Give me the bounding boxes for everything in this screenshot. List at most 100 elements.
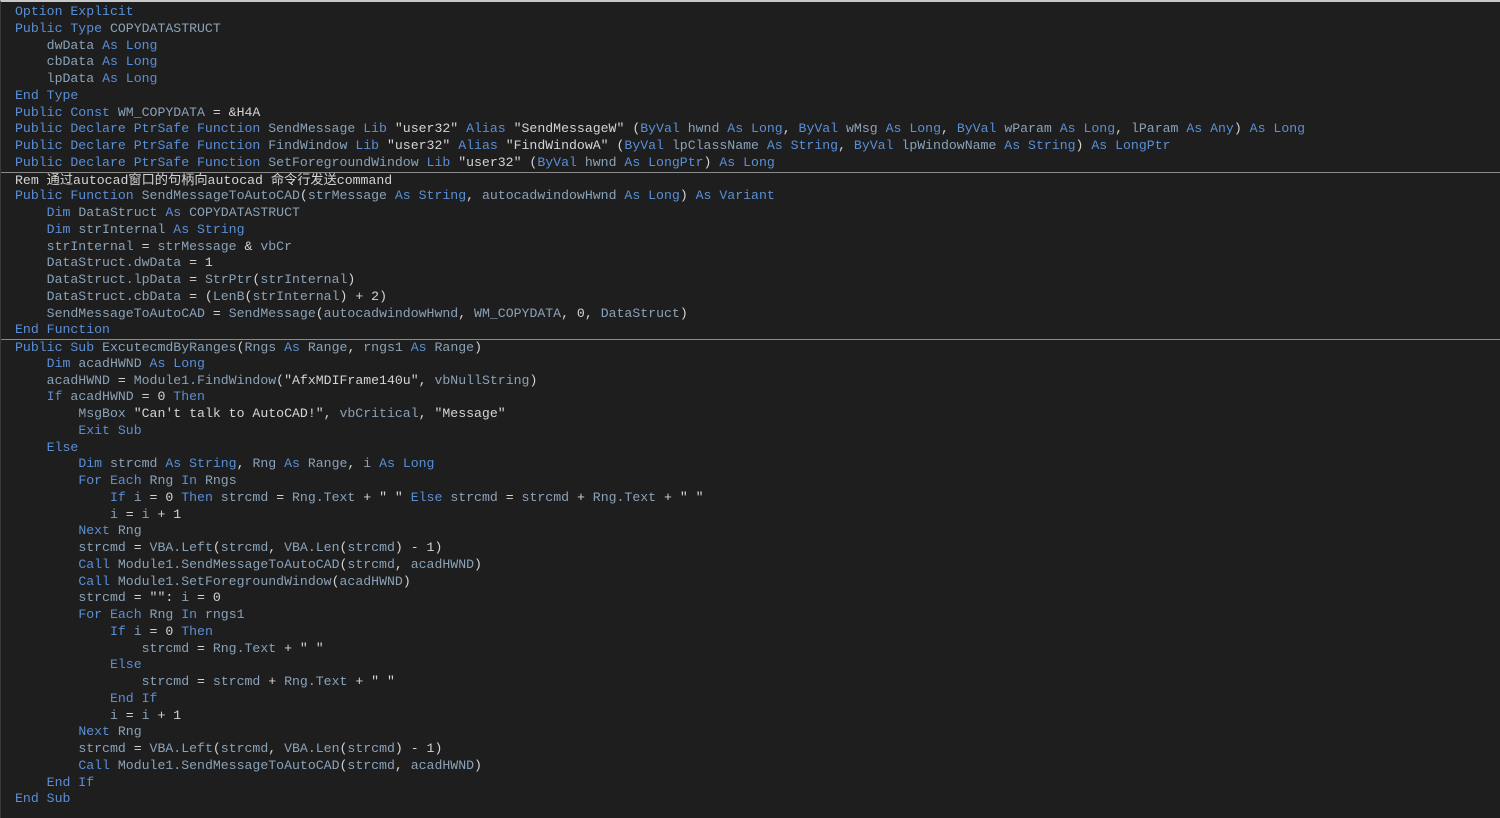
code-line[interactable]: strcmd = strcmd + Rng.Text + " ": [1, 674, 1500, 691]
code-token: DataStruct.lpData: [46, 272, 190, 287]
code-token: ByVal: [956, 121, 1005, 137]
code-token: Dim: [46, 355, 79, 371]
code-token: strMessage: [157, 238, 245, 254]
code-token: As String: [766, 138, 839, 153]
code-line[interactable]: Next Rng: [1, 724, 1500, 741]
code-line[interactable]: cbData As Long: [1, 54, 1500, 71]
code-line[interactable]: acadHWND = Module1.FindWindow("AfxMDIFra…: [1, 373, 1500, 390]
code-token: i: [181, 590, 198, 606]
code-line[interactable]: Dim acadHWND As Long: [1, 356, 1500, 373]
code-token: Rng: [117, 523, 142, 539]
code-token: =: [189, 272, 205, 287]
code-token: strInternal: [252, 288, 340, 304]
code-token: ,: [268, 741, 285, 756]
code-line[interactable]: strcmd = "": i = 0: [1, 590, 1500, 607]
code-line[interactable]: End Function: [1, 322, 1500, 339]
code-line[interactable]: MsgBox "Can't talk to AutoCAD!", vbCriti…: [1, 406, 1500, 423]
code-line[interactable]: If i = 0 Then strcmd = Rng.Text + " " El…: [1, 490, 1500, 507]
code-line[interactable]: Exit Sub: [1, 423, 1500, 440]
code-line[interactable]: Call Module1.SendMessageToAutoCAD(strcmd…: [1, 758, 1500, 775]
code-line[interactable]: SendMessageToAutoCAD = SendMessage(autoc…: [1, 306, 1500, 323]
code-editor[interactable]: Option Explicit Public Type COPYDATASTRUC…: [0, 0, 1500, 818]
code-line[interactable]: DataStruct.lpData = StrPtr(strInternal): [1, 272, 1500, 289]
code-token: =: [133, 741, 150, 756]
code-line[interactable]: Public Declare PtrSafe Function SetForeg…: [1, 155, 1500, 172]
code-token: strMessage: [307, 188, 395, 204]
code-token: In: [181, 607, 205, 622]
code-token: ): [679, 305, 688, 321]
code-line[interactable]: Public Const WM_COPYDATA = &H4A: [1, 105, 1500, 122]
code-line[interactable]: Next Rng: [1, 523, 1500, 540]
code-token: DataStruct.cbData: [46, 288, 190, 304]
code-line[interactable]: DataStruct.dwData = 1: [1, 255, 1500, 272]
code-line[interactable]: Else: [1, 657, 1500, 674]
code-line[interactable]: i = i + 1: [1, 708, 1500, 725]
code-line[interactable]: Dim strInternal As String: [1, 222, 1500, 239]
code-line[interactable]: Rem 通过autocad窗口的句柄向autocad 命令行发送command: [1, 171, 1500, 189]
code-line[interactable]: dwData As Long: [1, 38, 1500, 55]
code-line[interactable]: End Type: [1, 88, 1500, 105]
code-token: ): [474, 340, 482, 355]
code-token: In: [181, 473, 205, 488]
code-token: :: [165, 590, 182, 606]
code-line[interactable]: strcmd = Rng.Text + " ": [1, 641, 1500, 658]
code-area[interactable]: Option Explicit Public Type COPYDATASTRUC…: [1, 4, 1500, 808]
code-token: SetForegroundWindow: [268, 154, 427, 170]
code-line[interactable]: Dim strcmd As String, Rng As Range, i As…: [1, 456, 1500, 473]
code-token: Rng: [117, 724, 142, 740]
code-line[interactable]: End Sub: [1, 791, 1500, 808]
code-line[interactable]: End If: [1, 775, 1500, 792]
code-line[interactable]: End If: [1, 691, 1500, 708]
code-token: Next: [78, 523, 118, 539]
code-line[interactable]: Public Sub ExcutecmdByRanges(Rngs As Ran…: [1, 339, 1500, 356]
code-line[interactable]: Call Module1.SendMessageToAutoCAD(strcmd…: [1, 557, 1500, 574]
code-line[interactable]: Public Function SendMessageToAutoCAD(str…: [1, 188, 1500, 205]
code-line[interactable]: lpData As Long: [1, 71, 1500, 88]
code-token: ,: [838, 138, 854, 153]
code-token: + 1: [157, 506, 182, 522]
code-line[interactable]: Public Declare PtrSafe Function SendMess…: [1, 121, 1500, 138]
code-line[interactable]: DataStruct.cbData = (LenB(strInternal) +…: [1, 289, 1500, 306]
code-line[interactable]: Option Explicit: [1, 4, 1500, 21]
code-token: ,: [394, 757, 411, 773]
code-line[interactable]: If acadHWND = 0 Then: [1, 389, 1500, 406]
code-line[interactable]: Call Module1.SetForegroundWindow(acadHWN…: [1, 574, 1500, 591]
code-line[interactable]: strInternal = strMessage & vbCr: [1, 239, 1500, 256]
code-token: &: [244, 238, 261, 254]
code-token: WM_COPYDATA: [117, 104, 213, 120]
code-token: DataStruct.dwData: [46, 255, 190, 271]
code-line[interactable]: strcmd = VBA.Left(strcmd, VBA.Len(strcmd…: [1, 540, 1500, 557]
code-line[interactable]: For Each Rng In Rngs: [1, 473, 1500, 490]
code-token: acadHWND: [339, 573, 403, 589]
code-token: =: [276, 489, 293, 505]
code-token: "user32": [394, 121, 467, 137]
code-token: +: [355, 674, 372, 689]
code-token: strcmd: [220, 741, 269, 756]
code-token: Module1.SendMessageToAutoCAD: [117, 757, 340, 773]
code-line[interactable]: If i = 0 Then: [1, 624, 1500, 641]
code-token: (: [212, 540, 221, 555]
code-line[interactable]: i = i + 1: [1, 507, 1500, 524]
code-line[interactable]: Public Type COPYDATASTRUCT: [1, 21, 1500, 38]
code-token: acadHWND: [70, 389, 142, 405]
code-line[interactable]: Dim DataStruct As COPYDATASTRUCT: [1, 205, 1500, 222]
code-line[interactable]: strcmd = VBA.Left(strcmd, VBA.Len(strcmd…: [1, 741, 1500, 758]
code-line[interactable]: Public Declare PtrSafe Function FindWind…: [1, 138, 1500, 155]
code-token: As String: [1004, 138, 1076, 153]
code-token: As Long: [102, 54, 158, 70]
code-token: lpClassName: [671, 138, 767, 153]
code-line[interactable]: For Each Rng In rngs1: [1, 607, 1500, 624]
code-token: ) + 2): [339, 288, 387, 304]
code-token: Rngs: [244, 340, 285, 355]
code-line[interactable]: Else: [1, 440, 1500, 457]
code-token: lpWindowName: [901, 138, 1005, 153]
code-token: "": [149, 590, 166, 606]
code-token: As: [165, 205, 190, 220]
